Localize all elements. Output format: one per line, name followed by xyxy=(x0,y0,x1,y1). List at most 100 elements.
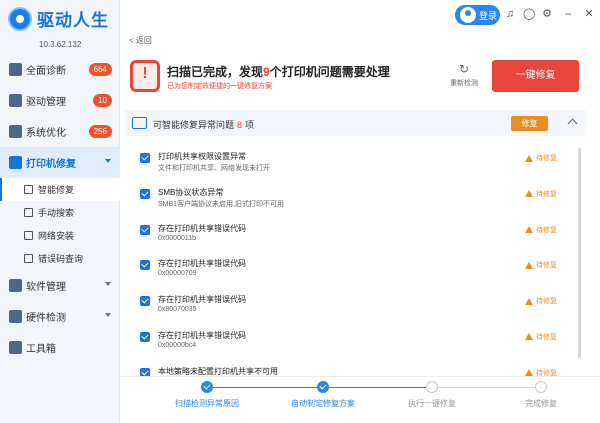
list-scrollbar[interactable] xyxy=(578,148,581,358)
sidebar-subitem-smart-repair[interactable]: 智能修复 xyxy=(0,178,120,201)
section-title-text: 可智能修复异常问题 xyxy=(153,120,235,130)
sidebar-item-label: 全面诊断 xyxy=(26,66,66,77)
step-label: 扫描检测异常原因 xyxy=(175,399,239,408)
step-dot-done xyxy=(201,381,213,393)
issue-checkbox[interactable] xyxy=(140,260,150,271)
scan-result-subtitle: 已为您制定效便捷的一键修复方案 xyxy=(167,83,272,90)
warning-icon xyxy=(525,190,533,198)
sidebar-item-label: 工具箱 xyxy=(26,344,56,355)
title-prefix: 扫描已完成，发现 xyxy=(167,65,264,79)
title-bar: 登录 ♫ ◯ ⚙ – ✕ xyxy=(120,0,600,30)
sidebar-item-label: 系统优化 xyxy=(26,128,66,139)
sidebar-item-driver-management[interactable]: 驱动管理 10 xyxy=(0,85,120,116)
close-icon[interactable]: ✕ xyxy=(583,8,595,20)
issue-checkbox[interactable] xyxy=(140,188,150,199)
issue-desc: 文件和打印机共享、网络发现未打开 xyxy=(158,165,270,172)
issue-title: 打印机共享权限设置异常 xyxy=(158,152,246,161)
status-label: 待修复 xyxy=(536,262,557,270)
sidebar-nav: 全面诊断 664 驱动管理 10 系统优化 256 打印机修复 智能修复 手动搜… xyxy=(0,54,120,363)
section-unit: 项 xyxy=(245,120,255,130)
one-click-fix-button[interactable]: 一键修复 xyxy=(492,60,579,92)
printer-icon xyxy=(9,156,22,169)
chevron-up-icon[interactable] xyxy=(567,118,578,129)
sidebar-item-label: 硬件检测 xyxy=(26,313,66,324)
headset-icon[interactable]: ♫ xyxy=(504,8,516,20)
issue-checkbox[interactable] xyxy=(140,331,150,342)
apps-icon xyxy=(9,279,22,292)
login-button[interactable]: 登录 xyxy=(455,5,500,25)
section-fix-button[interactable]: 修复 xyxy=(511,116,548,131)
toolbox-icon xyxy=(9,341,22,354)
error-code-icon xyxy=(24,254,33,263)
chevron-down-icon xyxy=(105,313,111,317)
sidebar-subitem-label: 网络安装 xyxy=(38,231,75,241)
step-connector xyxy=(207,387,325,388)
printer-warning-icon xyxy=(130,60,160,92)
network-icon xyxy=(24,231,33,240)
issue-title: 存在打印机共享错误代码 xyxy=(158,223,246,233)
issue-status: 待修复 xyxy=(525,153,557,163)
gear-icon[interactable]: ⚙ xyxy=(541,8,553,20)
count-badge: 256 xyxy=(88,125,112,138)
issue-title: 存在打印机共享错误代码 xyxy=(158,330,246,340)
issue-desc: 0x0000011b xyxy=(158,234,197,242)
step-dot-pending xyxy=(426,381,438,393)
sidebar-item-system-optimize[interactable]: 系统优化 256 xyxy=(0,116,120,147)
sidebar-item-software-management[interactable]: 软件管理 xyxy=(0,270,120,301)
status-label: 待修复 xyxy=(536,333,557,341)
app-logo: 驱动人生 xyxy=(8,6,109,31)
rescan-button[interactable]: ↻ 重新检测 xyxy=(447,63,481,88)
sidebar: 驱动人生 10.3.62.132 全面诊断 664 驱动管理 10 系统优化 2… xyxy=(0,0,120,423)
sidebar-item-full-diagnosis[interactable]: 全面诊断 664 xyxy=(0,54,120,85)
sidebar-subitem-label: 智能修复 xyxy=(38,185,75,195)
sidebar-item-printer-repair[interactable]: 打印机修复 xyxy=(0,147,120,178)
sidebar-item-label: 软件管理 xyxy=(26,282,66,293)
sidebar-item-hardware-check[interactable]: 硬件检测 xyxy=(0,301,120,332)
sidebar-item-toolbox[interactable]: 工具箱 xyxy=(0,332,120,363)
sidebar-item-label: 驱动管理 xyxy=(26,97,66,108)
chip-icon xyxy=(9,310,22,323)
progress-steps: 扫描检测异常原因 自动制定修复方案 执行一键修复 完成修复 xyxy=(121,376,600,423)
refresh-icon: ↻ xyxy=(458,62,470,76)
issue-status: 待修复 xyxy=(525,332,557,342)
status-label: 待修复 xyxy=(536,226,557,234)
scan-result-title: 扫描已完成，发现9个打印机问题需要处理 xyxy=(167,63,390,80)
warning-icon xyxy=(525,226,533,234)
issue-desc: 0x80070035 xyxy=(158,306,197,314)
list-item: 存在打印机共享错误代码 0x0000011b 待修复 xyxy=(125,220,575,256)
issue-title: SMB协议状态异常 xyxy=(158,187,224,197)
scan-summary: 扫描已完成，发现9个打印机问题需要处理 已为您制定效便捷的一键修复方案 ↻ 重新… xyxy=(129,57,589,101)
logo-icon xyxy=(8,6,32,31)
sidebar-subitem-manual-search[interactable]: 手动搜索 xyxy=(0,201,120,224)
issue-desc: 0x00000bc4 xyxy=(158,341,197,349)
issue-desc: 0x00000709 xyxy=(158,270,197,278)
rescan-label: 重新检测 xyxy=(450,80,478,87)
sidebar-subitem-label: 错误码查询 xyxy=(38,254,84,264)
step-label: 执行一键修复 xyxy=(408,399,456,408)
sidebar-subitem-network-install[interactable]: 网络安装 xyxy=(0,224,120,247)
search-icon xyxy=(24,208,33,217)
back-link[interactable]: < 返回 xyxy=(129,35,152,46)
step-connector xyxy=(325,387,433,388)
section-header[interactable]: 可智能修复异常问题 8 项 修复 xyxy=(125,111,585,136)
sidebar-subitem-label: 手动搜索 xyxy=(38,208,75,218)
section-count: 8 xyxy=(237,120,243,130)
shield-icon[interactable]: ◯ xyxy=(523,8,535,20)
login-label: 登录 xyxy=(479,10,498,21)
issue-checkbox[interactable] xyxy=(140,224,150,235)
sidebar-subitem-error-code[interactable]: 错误码查询 xyxy=(0,247,120,270)
status-label: 待修复 xyxy=(536,298,557,306)
issue-checkbox[interactable] xyxy=(140,153,150,163)
app-version: 10.3.62.132 xyxy=(39,40,82,49)
step-label: 完成修复 xyxy=(525,399,557,408)
driver-icon xyxy=(9,94,22,107)
step-label: 自动制定修复方案 xyxy=(291,399,355,408)
fixable-issues-section: 可智能修复异常问题 8 项 修复 打印机共享权限设置异常 文件和打印机共享、网络发现… xyxy=(125,110,585,416)
sidebar-item-label: 打印机修复 xyxy=(26,159,76,170)
issue-checkbox[interactable] xyxy=(140,296,150,307)
issue-status: 待修复 xyxy=(525,260,557,270)
monitor-icon xyxy=(9,63,22,76)
minimize-icon[interactable]: – xyxy=(562,8,574,20)
back-label: 返回 xyxy=(135,36,152,45)
issue-desc: SMB1客户端协议未启用,旧式打印不可用 xyxy=(158,200,285,208)
